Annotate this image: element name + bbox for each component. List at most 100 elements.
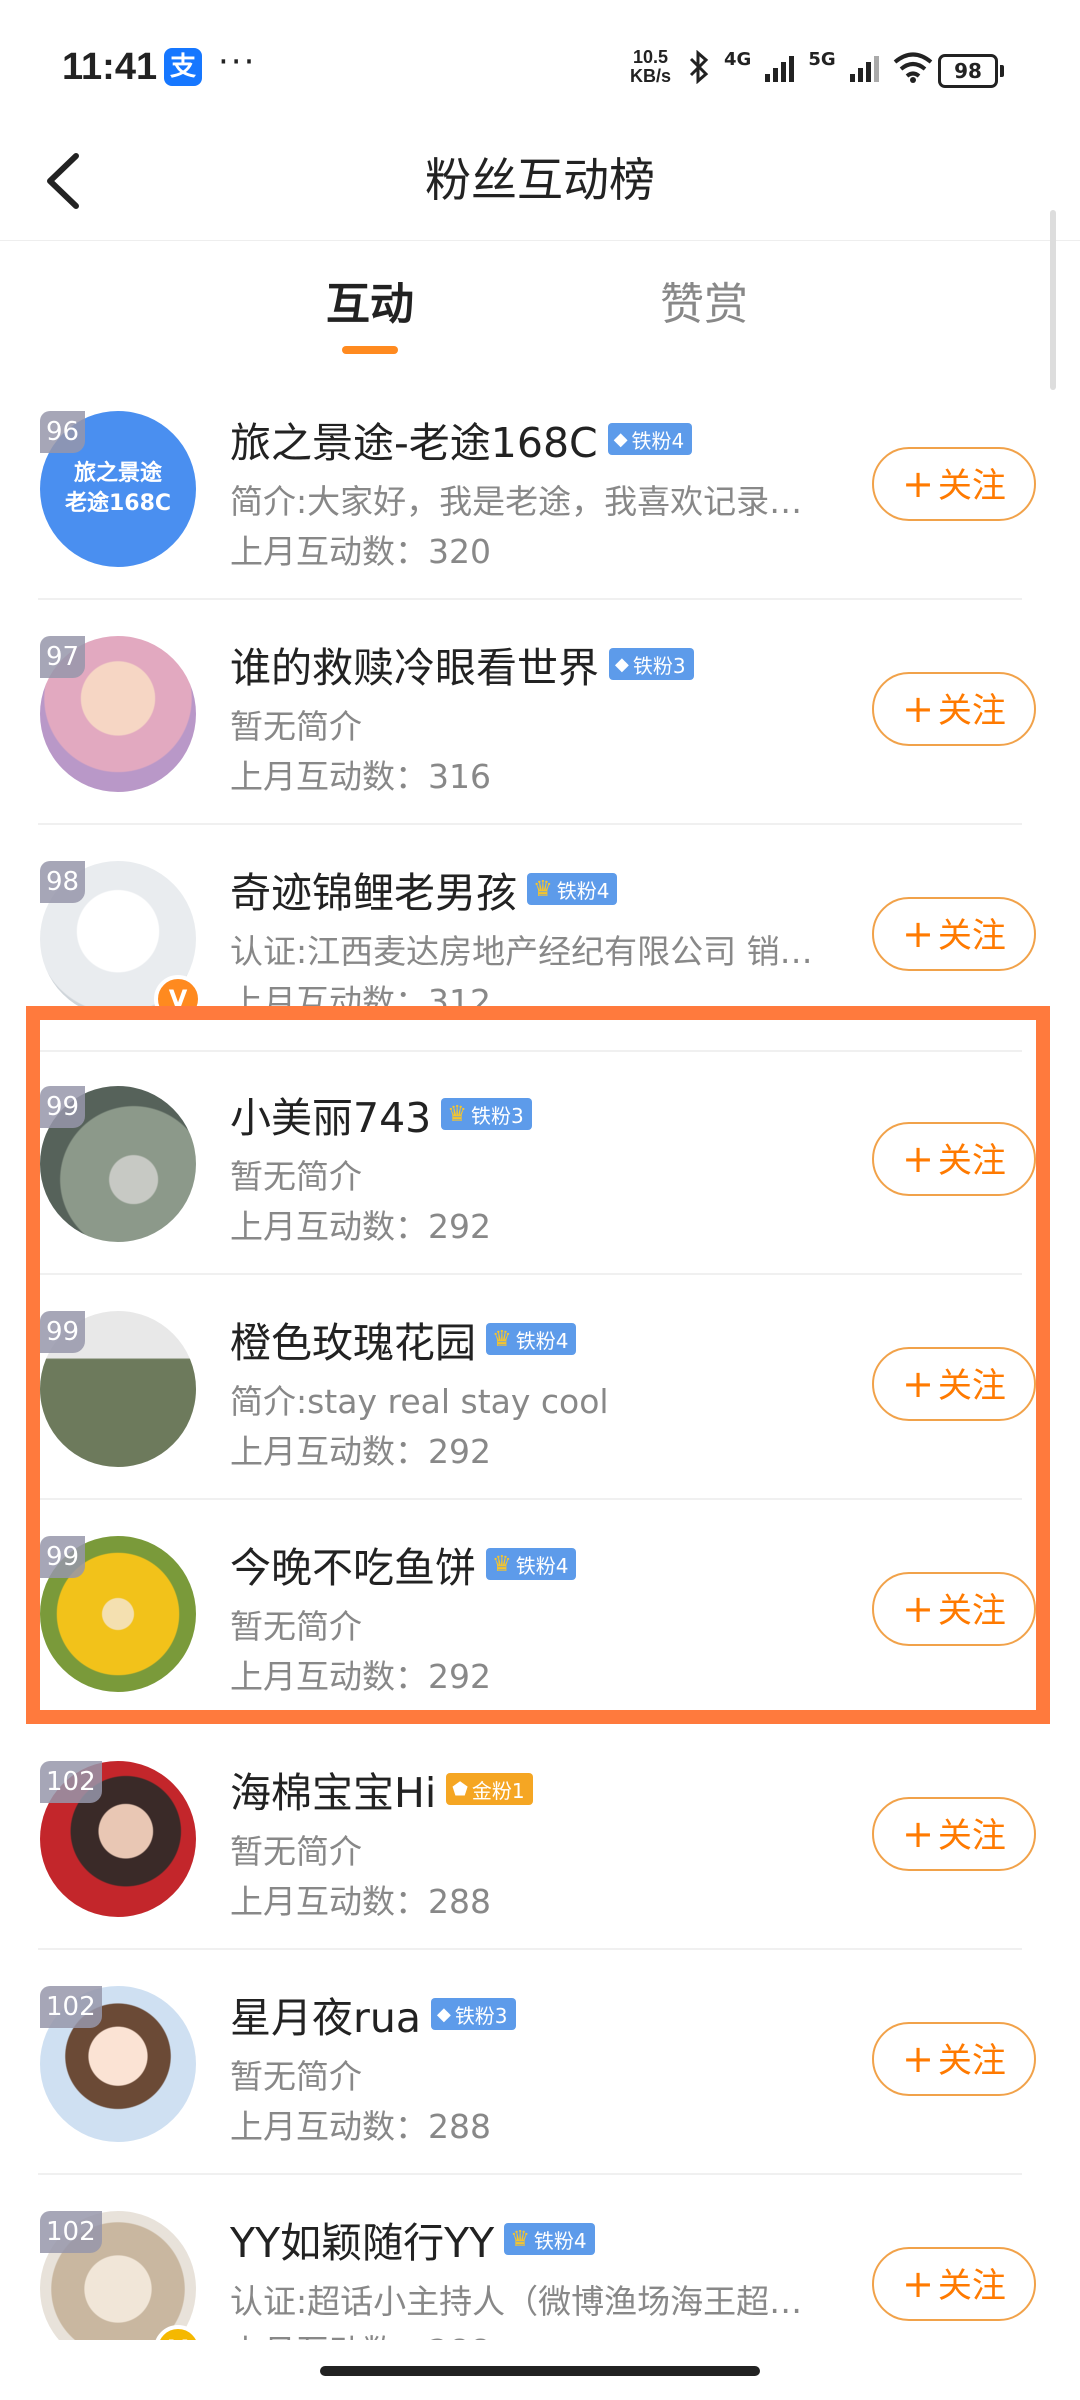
follow-label: 关注: [937, 916, 1006, 956]
interaction-count: 上月互动数：312: [230, 982, 491, 1021]
fan-row[interactable]: 98 V 奇迹锦鲤老男孩 ♛ 铁粉4 认证:江西麦达房地产经纪有限公司 销… 上…: [0, 825, 1080, 1050]
top-navigation-bar: 粉丝互动榜: [0, 130, 1080, 241]
fan-row[interactable]: 99 橙色玫瑰花园 ♛ 铁粉4 简介:stay real stay cool 上…: [0, 1275, 1080, 1500]
fan-row[interactable]: 旅之景途 老途168C 96 旅之景途-老途168C ◆ 铁粉4 简介:大家好，…: [0, 375, 1080, 600]
follow-button[interactable]: + 关注: [872, 447, 1036, 521]
follow-label: 关注: [937, 2041, 1006, 2081]
fan-level-badge: ⬟ 金粉1: [446, 1773, 533, 1805]
follow-label: 关注: [937, 1591, 1006, 1631]
page-title: 粉丝互动榜: [425, 153, 655, 207]
plus-icon: +: [902, 912, 934, 956]
fan-bio: 暂无简介: [230, 1832, 362, 1871]
tab-interaction[interactable]: 互动: [280, 268, 460, 332]
fan-level-badge: ◆ 铁粉3: [609, 648, 694, 680]
fan-name[interactable]: YY如颖随行YY: [230, 2209, 494, 2269]
fan-level-label: 铁粉3: [454, 2003, 508, 2028]
follow-label: 关注: [937, 691, 1006, 731]
scrollbar[interactable]: [1050, 210, 1056, 390]
fan-interaction-page: 11:41 支 ··· 10.5 KB/s 4G 5G 98 粉丝互动榜 互动 …: [0, 0, 1080, 2400]
rank-badge: 102: [40, 1986, 102, 2028]
tab-bar: 互动 赞赏: [0, 240, 1080, 370]
fan-level-label: 铁粉4: [515, 1328, 569, 1353]
fan-level-badge: ♛ 铁粉3: [441, 1098, 532, 1130]
fan-name[interactable]: 旅之景途-老途168C: [230, 409, 598, 469]
interaction-count: 上月互动数：292: [230, 1657, 491, 1696]
follow-label: 关注: [937, 1816, 1006, 1856]
fan-level-badge: ♛ 铁粉4: [486, 1548, 577, 1580]
fan-name-line: 奇迹锦鲤老男孩 ♛ 铁粉4: [230, 859, 618, 919]
follow-button[interactable]: + 关注: [872, 1122, 1036, 1196]
bluetooth-icon: [689, 50, 709, 84]
rank-badge: 96: [40, 411, 86, 453]
interaction-count: 上月互动数：316: [230, 757, 491, 796]
follow-button[interactable]: + 关注: [872, 1572, 1036, 1646]
fan-name-line: 海棉宝宝Hi ⬟ 金粉1: [230, 1759, 533, 1819]
plus-icon: +: [902, 1587, 934, 1631]
interaction-count: 上月互动数：288: [230, 1882, 491, 1921]
plus-icon: +: [902, 462, 934, 506]
follow-button[interactable]: + 关注: [872, 897, 1036, 971]
follow-button[interactable]: + 关注: [872, 672, 1036, 746]
crown-icon: ♛: [447, 1101, 467, 1127]
rank-badge: 99: [40, 1311, 86, 1353]
fan-level-label: 金粉1: [471, 1778, 525, 1803]
interaction-count: 上月互动数：320: [230, 532, 491, 571]
fan-bio: 暂无简介: [230, 1607, 362, 1646]
fan-level-label: 铁粉3: [632, 653, 686, 678]
plus-icon: +: [902, 687, 934, 731]
follow-button[interactable]: + 关注: [872, 2022, 1036, 2096]
follow-label: 关注: [937, 1366, 1006, 1406]
fan-name-line: 今晚不吃鱼饼 ♛ 铁粉4: [230, 1534, 577, 1594]
crown-icon: ♛: [510, 2226, 530, 2252]
follow-button[interactable]: + 关注: [872, 2247, 1036, 2321]
gem-icon: ⬟: [452, 1778, 468, 1800]
fan-bio: 暂无简介: [230, 1157, 362, 1196]
fan-level-badge: ◆ 铁粉3: [430, 1998, 516, 2030]
interaction-count: 上月互动数：292: [230, 1432, 491, 1471]
fan-name-line: 谁的救赎冷眼看世界 ◆ 铁粉3: [230, 634, 694, 694]
fan-bio: 认证:超话小主持人（微博渔场海王超话）: [230, 2282, 830, 2321]
fan-name[interactable]: 谁的救赎冷眼看世界: [230, 634, 599, 694]
fan-row[interactable]: 99 小美丽743 ♛ 铁粉3 暂无简介 上月互动数：292 + 关注: [0, 1050, 1080, 1275]
fan-bio: 认证:江西麦达房地产经纪有限公司 销…: [230, 932, 813, 971]
fan-bio: 简介:stay real stay cool: [230, 1382, 609, 1421]
fan-name[interactable]: 海棉宝宝Hi: [230, 1759, 436, 1819]
fan-level-label: 铁粉4: [533, 2228, 587, 2253]
interaction-count: 上月互动数：288: [230, 2325, 491, 2340]
fan-name[interactable]: 橙色玫瑰花园: [230, 1309, 476, 1369]
divider: [38, 1050, 1022, 1052]
crown-icon: ♛: [533, 876, 553, 902]
interaction-count: 上月互动数：292: [230, 1207, 491, 1246]
fan-level-label: 铁粉4: [556, 878, 610, 903]
active-tab-indicator: [342, 346, 398, 354]
plus-icon: +: [902, 1812, 934, 1856]
rank-badge: 102: [40, 2211, 102, 2253]
crown-icon: ♛: [492, 1326, 512, 1352]
rank-badge: 99: [40, 1086, 86, 1128]
fan-bio: 暂无简介: [230, 2057, 362, 2096]
home-indicator[interactable]: [320, 2366, 760, 2376]
fan-name-line: 星月夜rua ◆ 铁粉3: [230, 1984, 516, 2044]
fan-row[interactable]: 102 V YY如颖随行YY ♛ 铁粉4 认证:超话小主持人（微博渔场海王超话）…: [0, 2175, 1080, 2340]
follow-button[interactable]: + 关注: [872, 1797, 1036, 1871]
tab-reward[interactable]: 赞赏: [614, 268, 794, 332]
fan-row[interactable]: 102 海棉宝宝Hi ⬟ 金粉1 暂无简介 上月互动数：288 + 关注: [0, 1725, 1080, 1950]
signal-5g-icon: [849, 52, 879, 82]
fan-bio: 简介:大家好，我是老途，我喜欢记录生…: [230, 482, 830, 521]
fan-name[interactable]: 今晚不吃鱼饼: [230, 1534, 476, 1594]
wifi-icon: [893, 52, 932, 83]
interaction-count: 上月互动数：288: [230, 2107, 491, 2146]
fan-name[interactable]: 星月夜rua: [230, 1984, 421, 2044]
diamond-icon: ◆: [613, 428, 628, 450]
fan-row[interactable]: 99 今晚不吃鱼饼 ♛ 铁粉4 暂无简介 上月互动数：292 + 关注: [0, 1500, 1080, 1725]
fan-name-line: 旅之景途-老途168C ◆ 铁粉4: [230, 409, 693, 469]
fan-row[interactable]: 97 谁的救赎冷眼看世界 ◆ 铁粉3 暂无简介 上月互动数：316 + 关注: [0, 600, 1080, 825]
fan-row[interactable]: 102 星月夜rua ◆ 铁粉3 暂无简介 上月互动数：288 + 关注: [0, 1950, 1080, 2175]
fan-name[interactable]: 奇迹锦鲤老男孩: [230, 859, 517, 919]
fan-name[interactable]: 小美丽743: [230, 1084, 431, 1144]
battery-indicator: 98: [938, 54, 1004, 88]
rank-badge: 99: [40, 1536, 86, 1578]
status-bar: 11:41 支 ··· 10.5 KB/s 4G 5G 98: [0, 0, 1080, 130]
fan-level-label: 铁粉4: [631, 428, 685, 453]
follow-button[interactable]: + 关注: [872, 1347, 1036, 1421]
